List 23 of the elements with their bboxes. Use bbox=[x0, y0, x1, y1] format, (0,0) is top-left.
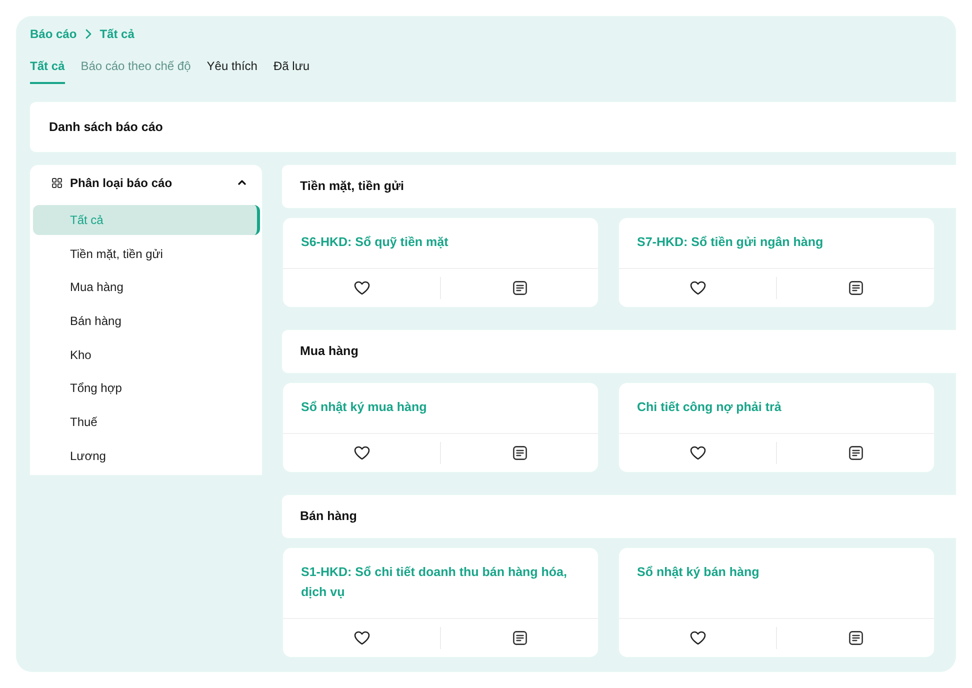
breadcrumb-current: Tất cả bbox=[100, 26, 134, 43]
document-icon bbox=[848, 446, 862, 460]
sidebar-item[interactable]: Bán hàng bbox=[33, 306, 260, 336]
document-icon bbox=[848, 281, 862, 295]
sidebar-item[interactable]: Thuế bbox=[33, 407, 260, 438]
sidebar-item[interactable]: Mua hàng bbox=[33, 272, 260, 302]
section-header: Tiền mặt, tiền gửi bbox=[282, 165, 956, 208]
chevron-right-icon bbox=[84, 29, 92, 39]
section-header: Bán hàng bbox=[282, 495, 956, 538]
category-toggle[interactable]: Phân loại báo cáo bbox=[30, 165, 262, 200]
section-header: Mua hàng bbox=[282, 330, 956, 373]
grid-icon bbox=[52, 178, 62, 188]
document-icon bbox=[512, 631, 526, 645]
document-icon bbox=[512, 446, 526, 460]
tab[interactable]: Đã lưu bbox=[273, 52, 310, 84]
sidebar-item[interactable]: Tiền mặt, tiền gửi bbox=[33, 238, 260, 269]
list-header: Danh sách báo cáo bbox=[30, 102, 956, 152]
sidebar-item[interactable]: Tổng hợp bbox=[33, 373, 260, 404]
sidebar-item[interactable]: Lương bbox=[33, 440, 260, 471]
sidebar-item[interactable]: Kho bbox=[33, 340, 260, 370]
tab[interactable]: Yêu thích bbox=[206, 52, 258, 84]
document-icon bbox=[848, 631, 862, 645]
document-icon bbox=[512, 281, 526, 295]
